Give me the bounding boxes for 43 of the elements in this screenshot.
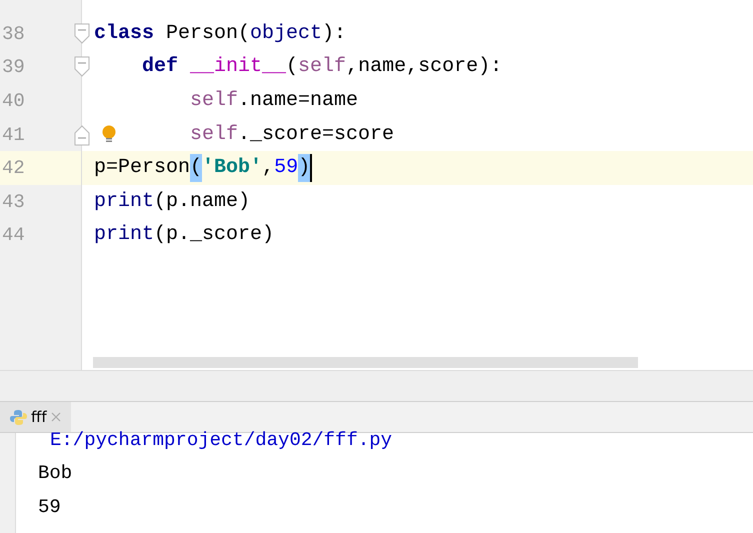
code-text: def	[142, 54, 180, 80]
line-number: 38	[2, 22, 26, 45]
line-number: 40	[2, 90, 26, 112]
tab-label: fff	[31, 408, 47, 426]
code-text: .name=name	[238, 88, 358, 114]
code-text: (	[190, 154, 202, 182]
code-text: 59	[274, 155, 298, 182]
console-text: Bob	[38, 461, 74, 486]
fold-icon[interactable]	[74, 124, 90, 146]
code-text: ):	[322, 20, 346, 47]
code-text: self	[298, 54, 346, 80]
code-text: print	[94, 222, 154, 248]
line-number: 42	[2, 157, 26, 180]
console-text: 59	[38, 494, 62, 520]
code-text: )	[298, 154, 310, 182]
code-text: 'Bob'	[202, 155, 262, 182]
code-text: self	[190, 122, 238, 148]
fold-icon[interactable]	[74, 56, 90, 78]
code-text: ,name,score):	[346, 54, 502, 80]
code-text: ,	[262, 155, 274, 182]
text-caret	[310, 154, 312, 182]
code-text: p=Person	[94, 155, 190, 182]
code-text: self	[190, 88, 238, 114]
horizontal-scrollbar[interactable]	[93, 357, 638, 368]
line-number: 43	[2, 190, 26, 213]
code-text: Person(	[166, 20, 250, 47]
fold-icon[interactable]	[74, 22, 90, 45]
console-text: E:/pycharmproject/day02/fff.py	[49, 433, 392, 453]
code-text: print	[94, 188, 154, 215]
line-number: 39	[2, 56, 26, 78]
code-text: (p.name)	[154, 188, 250, 215]
code-text: __init__	[190, 54, 286, 80]
lightbulb-icon[interactable]	[102, 125, 116, 144]
line-number: 44	[2, 224, 26, 246]
code-text: (	[286, 54, 298, 80]
line-number: 41	[2, 124, 26, 146]
code-text: object	[250, 20, 322, 47]
code-text: ._score=score	[238, 122, 394, 148]
run-tab[interactable]: fff	[0, 402, 71, 432]
code-text: (p._score)	[154, 222, 274, 248]
python-icon	[10, 408, 27, 426]
code-text: class	[94, 20, 156, 47]
close-icon[interactable]	[50, 412, 61, 422]
